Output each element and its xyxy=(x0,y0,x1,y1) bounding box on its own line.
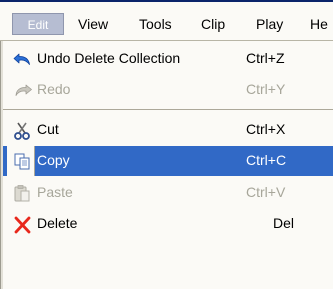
menu-item-undo[interactable]: Undo Delete Collection Ctrl+Z xyxy=(3,44,333,74)
copy-icon xyxy=(13,153,31,170)
menu-item-label: Delete xyxy=(37,215,78,231)
menu-separator xyxy=(3,109,333,110)
menu-item-shortcut: Ctrl+V xyxy=(246,184,286,200)
menu-view[interactable]: View xyxy=(78,14,108,36)
menu-item-delete[interactable]: Delete Del xyxy=(3,209,333,239)
paste-icon xyxy=(13,185,31,202)
redo-icon xyxy=(13,82,32,98)
menu-edit[interactable]: Edit xyxy=(12,13,64,35)
menu-item-shortcut: Ctrl+Y xyxy=(246,81,286,97)
menu-help[interactable]: He xyxy=(310,14,328,36)
menu-item-shortcut: Ctrl+Z xyxy=(246,50,285,66)
menu-item-cut[interactable]: Cut Ctrl+X xyxy=(3,115,333,145)
scissors-icon xyxy=(13,122,31,140)
delete-icon xyxy=(13,216,31,234)
menu-item-paste[interactable]: Paste Ctrl+V xyxy=(3,178,333,208)
menu-item-redo[interactable]: Redo Ctrl+Y xyxy=(3,75,333,105)
menu-item-shortcut: Ctrl+C xyxy=(246,152,287,168)
menu-item-copy[interactable]: Copy Ctrl+C xyxy=(3,146,333,176)
menu-bar: Edit View Tools Clip Play He xyxy=(0,0,333,42)
menu-item-label: Cut xyxy=(37,121,59,137)
menu-item-label: Undo Delete Collection xyxy=(37,50,181,66)
menu-play[interactable]: Play xyxy=(256,14,283,36)
menu-item-label: Paste xyxy=(37,184,73,200)
menu-item-label: Redo xyxy=(37,81,71,97)
menu-item-shortcut: Ctrl+X xyxy=(246,121,286,137)
menu-clip[interactable]: Clip xyxy=(201,14,225,36)
undo-icon xyxy=(13,51,31,67)
menu-tools[interactable]: Tools xyxy=(139,14,172,36)
menu-item-label: Copy xyxy=(37,152,70,168)
menu-item-shortcut: Del xyxy=(273,215,295,231)
